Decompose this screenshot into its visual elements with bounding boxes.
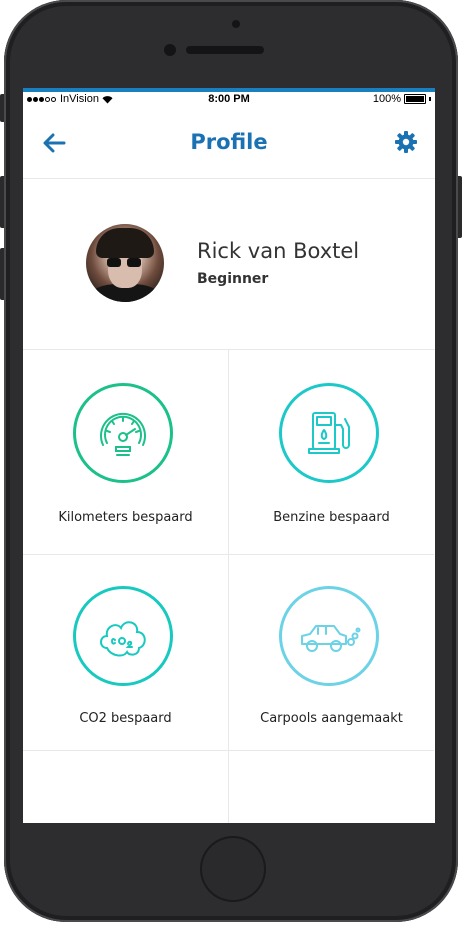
status-right: 100% xyxy=(373,93,431,105)
user-level: Beginner xyxy=(197,271,269,287)
stat-tile-co2[interactable]: CO2 bespaard xyxy=(23,555,229,751)
app-screen: InVision 8:00 PM 100% Profile Rick van B… xyxy=(23,88,435,823)
stat-tile-kilometers[interactable]: Kilometers bespaard xyxy=(23,350,229,555)
profile-header: Rick van Boxtel Beginner xyxy=(23,179,435,350)
stat-label: CO2 bespaard xyxy=(79,711,172,726)
stat-label: Benzine bespaard xyxy=(273,510,390,525)
car-icon xyxy=(301,625,361,652)
status-bar: InVision 8:00 PM 100% xyxy=(23,88,435,110)
stat-circle xyxy=(73,586,173,686)
page-title: Profile xyxy=(190,130,268,154)
stat-tile-benzine[interactable]: Benzine bespaard xyxy=(229,350,434,555)
front-camera xyxy=(164,44,176,56)
empty-tile xyxy=(229,751,434,823)
empty-tile xyxy=(23,751,229,823)
gear-icon xyxy=(395,131,417,153)
co2-cloud-icon xyxy=(100,621,146,657)
earpiece-speaker xyxy=(186,46,264,54)
stat-circle xyxy=(279,586,379,686)
battery-icon xyxy=(404,94,426,104)
avatar[interactable] xyxy=(86,224,164,302)
battery-percent: 100% xyxy=(372,93,401,105)
speedometer-icon xyxy=(100,412,146,456)
stat-circle xyxy=(279,383,379,483)
stat-tile-carpools[interactable]: Carpools aangemaakt xyxy=(229,555,434,751)
stat-label: Carpools aangemaakt xyxy=(260,711,403,726)
stat-circle xyxy=(73,383,173,483)
nav-bar: Profile xyxy=(23,110,435,179)
battery-tip xyxy=(429,97,431,101)
fuel-pump-icon xyxy=(308,412,350,454)
settings-button[interactable] xyxy=(391,127,421,157)
device-frame: InVision 8:00 PM 100% Profile Rick van B… xyxy=(0,0,466,930)
user-name: Rick van Boxtel xyxy=(197,239,360,263)
home-button[interactable] xyxy=(200,836,266,902)
sensor-dot xyxy=(232,20,240,28)
stat-label: Kilometers bespaard xyxy=(58,510,193,525)
